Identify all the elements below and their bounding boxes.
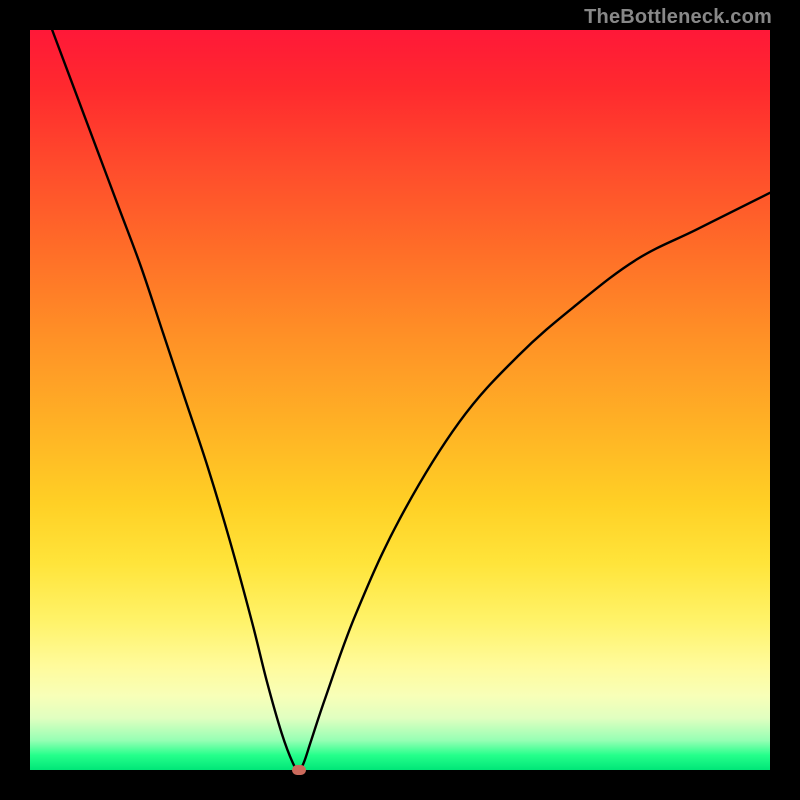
bottleneck-curve [30,30,770,770]
chart-frame: TheBottleneck.com [0,0,800,800]
plot-area [30,30,770,770]
optimum-marker [292,765,306,775]
watermark-text: TheBottleneck.com [584,6,772,29]
